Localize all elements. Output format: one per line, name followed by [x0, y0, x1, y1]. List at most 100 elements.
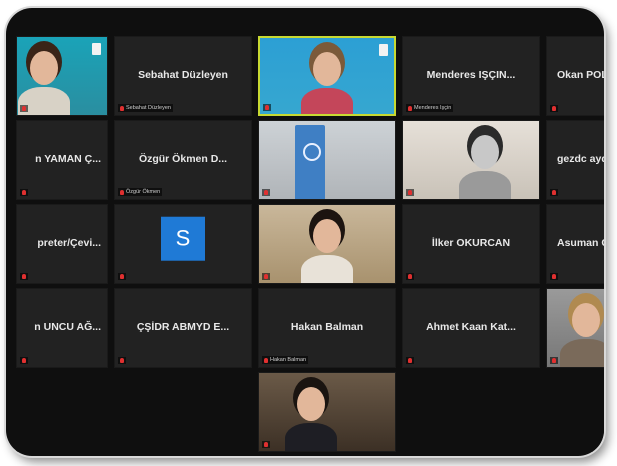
person-figure — [284, 423, 337, 451]
name-label — [550, 105, 558, 112]
name-label — [406, 273, 414, 280]
participant-name: n UNCU AĞ... — [34, 320, 101, 333]
participant-tile[interactable] — [258, 120, 396, 200]
participant-name: Sebahat Düzleyen — [138, 68, 228, 81]
name-label — [406, 189, 414, 196]
empty-tile — [16, 372, 108, 452]
person-face — [30, 51, 58, 85]
participant-tile[interactable]: ÇŞİDR ABMYD E... — [114, 288, 252, 368]
mic-muted-icon — [264, 274, 268, 279]
avatar: S — [161, 216, 205, 261]
empty-tile — [402, 372, 540, 452]
participant-name: Ahmet Kaan Kat... — [426, 320, 516, 333]
participant-name: Hakan Balman — [290, 320, 364, 333]
name-label — [262, 441, 270, 448]
mic-muted-icon — [22, 358, 26, 363]
name-label — [118, 273, 126, 280]
mic-muted-icon — [264, 442, 268, 447]
participant-name: Özgür Ökmen D... — [138, 152, 228, 165]
mic-muted-icon — [120, 274, 124, 279]
person-figure — [301, 88, 353, 114]
mic-muted-icon — [22, 274, 26, 279]
name-label — [20, 273, 28, 280]
participant-tile[interactable]: Ahmet Kaan Kat... — [402, 288, 540, 368]
participant-tile[interactable] — [402, 120, 540, 200]
person-face — [313, 52, 341, 86]
person-figure — [301, 255, 353, 283]
name-label — [118, 357, 126, 364]
mic-muted-icon — [264, 190, 268, 195]
un-flag-icon — [295, 125, 325, 199]
name-label — [550, 189, 558, 196]
empty-tile — [114, 372, 252, 452]
mic-muted-icon — [22, 190, 26, 195]
participant-tile[interactable]: preter/Çevi... — [16, 204, 108, 284]
person-face — [313, 219, 341, 253]
name-label — [406, 357, 414, 364]
mic-muted-icon — [120, 189, 124, 195]
mic-muted-icon — [552, 274, 556, 279]
name-label — [20, 189, 28, 196]
mic-muted-icon — [408, 358, 412, 363]
participant-tile[interactable]: Sebahat Düzleyen Sebahat Düzleyen — [114, 36, 252, 116]
participant-tile[interactable]: Özgür Ökmen D... Özgür Ökmen — [114, 120, 252, 200]
mic-muted-icon — [408, 190, 412, 195]
participant-name: Okan POL — [557, 68, 604, 81]
name-label: Menderes Işçin — [406, 104, 454, 112]
participant-name: Menderes IŞÇIN... — [426, 68, 516, 81]
participant-name: ÇŞİDR ABMYD E... — [136, 320, 230, 333]
participant-tile[interactable]: n UNCU AĞ... — [16, 288, 108, 368]
name-label — [550, 357, 558, 364]
name-label-text: Menderes Işçin — [414, 105, 452, 111]
mic-muted-icon — [22, 106, 26, 111]
name-label-text: Özgür Ökmen — [126, 189, 161, 195]
participant-name: gezdc ayd — [557, 152, 604, 165]
participant-tile[interactable]: Okan POL — [546, 36, 604, 116]
participant-name: n YAMAN Ç... — [35, 152, 101, 165]
name-label-text: Sebahat Düzleyen — [126, 105, 171, 111]
participant-name: preter/Çevi... — [37, 236, 101, 249]
participant-tile[interactable]: Menderes IŞÇIN... Menderes Işçin — [402, 36, 540, 116]
participant-tile[interactable]: gezdc ayd — [546, 120, 604, 200]
name-label — [263, 104, 271, 111]
person-figure — [458, 171, 511, 199]
participant-tile[interactable]: Asuman G — [546, 204, 604, 284]
mic-muted-icon — [552, 358, 556, 363]
person-face — [470, 135, 499, 169]
mic-muted-icon — [552, 190, 556, 195]
person-figure — [559, 339, 604, 367]
name-label: Hakan Balman — [262, 356, 309, 364]
participant-tile[interactable]: S — [114, 204, 252, 284]
participant-tile[interactable]: Hakan Balman Hakan Balman — [258, 288, 396, 368]
name-label: Özgür Ökmen — [118, 188, 163, 196]
person-face — [571, 303, 600, 337]
person-face — [296, 387, 325, 421]
name-label-text: Hakan Balman — [270, 357, 307, 363]
un-logo-icon — [92, 43, 101, 55]
participant-tile[interactable]: n YAMAN Ç... — [16, 120, 108, 200]
participant-tile[interactable] — [258, 36, 396, 116]
participant-name: Asuman G — [557, 236, 604, 249]
name-label — [262, 189, 270, 196]
un-logo-icon — [379, 44, 388, 56]
meeting-window: Sebahat Düzleyen Sebahat Düzleyen Menderes… — [6, 8, 604, 456]
participant-name: İlker OKURCAN — [431, 236, 511, 249]
mic-muted-icon — [408, 274, 412, 279]
name-label — [20, 357, 28, 364]
mic-muted-icon — [552, 106, 556, 111]
mic-muted-icon — [120, 358, 124, 363]
mic-muted-icon — [120, 105, 124, 111]
name-label: Sebahat Düzleyen — [118, 104, 173, 112]
participant-tile[interactable] — [258, 372, 396, 452]
mic-muted-icon — [265, 105, 269, 110]
name-label — [550, 273, 558, 280]
mic-muted-icon — [264, 357, 268, 363]
participant-tile[interactable] — [258, 204, 396, 284]
name-label — [262, 273, 270, 280]
participant-tile[interactable]: İlker OKURCAN — [402, 204, 540, 284]
empty-tile — [546, 372, 604, 452]
name-label — [20, 105, 28, 112]
participant-tile[interactable] — [546, 288, 604, 368]
participant-tile[interactable] — [16, 36, 108, 116]
participant-gallery: Sebahat Düzleyen Sebahat Düzleyen Menderes… — [16, 36, 604, 452]
